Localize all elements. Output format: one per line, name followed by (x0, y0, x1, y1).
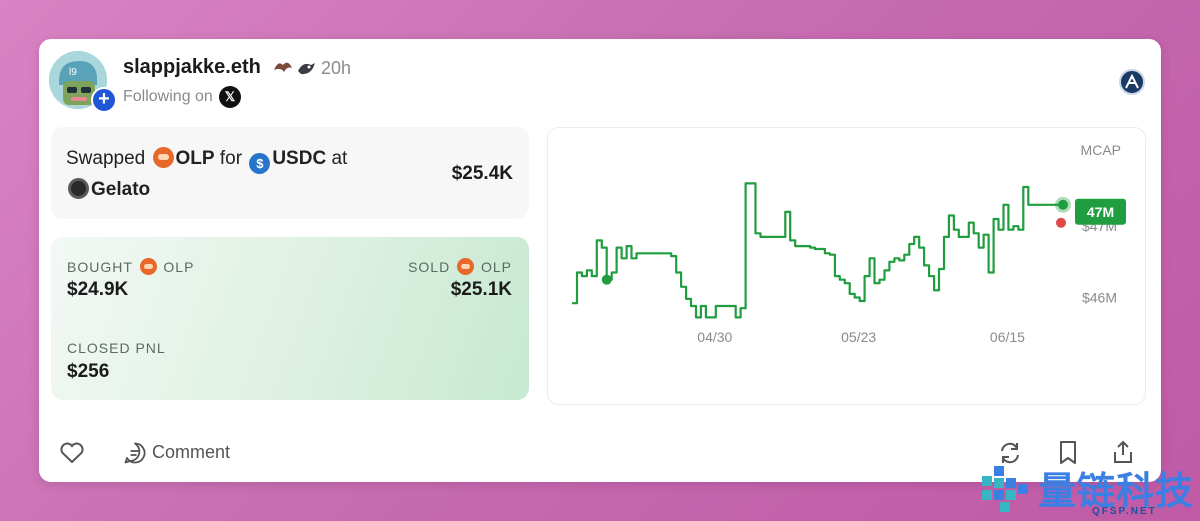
sell-marker (1056, 217, 1066, 228)
sold-label-row: SOLD OLP (408, 258, 512, 275)
closed-pnl-label: CLOSED PNL (67, 340, 166, 356)
bought-label-row: BOUGHT OLP (67, 258, 194, 275)
olp-token-icon (152, 147, 174, 168)
x-tick-label: 06/15 (990, 329, 1025, 345)
platform-logo-icon[interactable] (1119, 69, 1145, 95)
post-card: l9 + slappjakke.eth 20h Following on 𝕏 S… (39, 39, 1161, 482)
buy-marker (601, 274, 612, 285)
svg-text:l9: l9 (69, 67, 77, 78)
from-token[interactable]: OLP (176, 148, 215, 169)
trade-summary: BOUGHT OLP $24.9K SOLD OLP $25.1K CLOSED… (51, 237, 529, 400)
swap-for: for (219, 148, 243, 169)
comment-icon[interactable] (123, 441, 147, 465)
mcap-chart[interactable]: MCAP $47M $46M 04/30 05/23 06/15 47M (547, 127, 1146, 405)
sold-value: $25.1K (450, 279, 512, 300)
following-label: Following on (123, 88, 213, 105)
bat-emoji-icon (274, 62, 292, 72)
swap-verb: Swapped (66, 148, 146, 169)
current-point (1058, 199, 1068, 210)
x-tick-label: 04/30 (697, 329, 732, 345)
bought-token: OLP (163, 259, 195, 275)
comment-button[interactable]: Comment (152, 442, 230, 463)
olp-token-icon (457, 258, 475, 275)
swap-venue[interactable]: Gelato (91, 179, 150, 200)
swap-description: Swapped OLP for $ USDC at (66, 147, 347, 174)
watermark-logo-icon (982, 466, 1028, 512)
chart-canvas: MCAP$47M$46M04/30 05/23 06/1547M (572, 142, 1126, 345)
watermark-subtext: QFSP.NET (1092, 506, 1157, 517)
to-token[interactable]: USDC (272, 148, 326, 169)
usdc-token-icon: $ (249, 153, 271, 174)
swap-summary[interactable]: Swapped OLP for $ USDC at Gelato $25.4K (51, 127, 529, 219)
post-time: 20h (321, 58, 352, 78)
sold-token: OLP (480, 259, 512, 275)
mcap-line (572, 182, 1063, 319)
follow-button[interactable]: + (91, 87, 117, 113)
swap-venue-row: Gelato (66, 178, 150, 201)
user-name[interactable]: slappjakke.eth (123, 56, 261, 79)
like-heart-icon[interactable] (59, 441, 85, 465)
x-tick-label: 05/23 (841, 329, 876, 345)
bought-label: BOUGHT (67, 259, 133, 275)
closed-pnl-value: $256 (67, 361, 110, 382)
olp-token-icon (139, 258, 157, 275)
x-platform-icon[interactable]: 𝕏 (219, 86, 241, 108)
sold-label: SOLD (408, 259, 451, 275)
y-tick-label: $46M (1082, 289, 1117, 305)
y-axis-title: MCAP (1081, 142, 1121, 158)
gelato-icon (68, 178, 89, 199)
current-value-label: 47M (1087, 204, 1114, 220)
swap-at: at (331, 148, 348, 169)
swap-amount: $25.4K (451, 163, 513, 184)
bought-value: $24.9K (67, 279, 129, 300)
bird-emoji-icon (298, 63, 315, 75)
